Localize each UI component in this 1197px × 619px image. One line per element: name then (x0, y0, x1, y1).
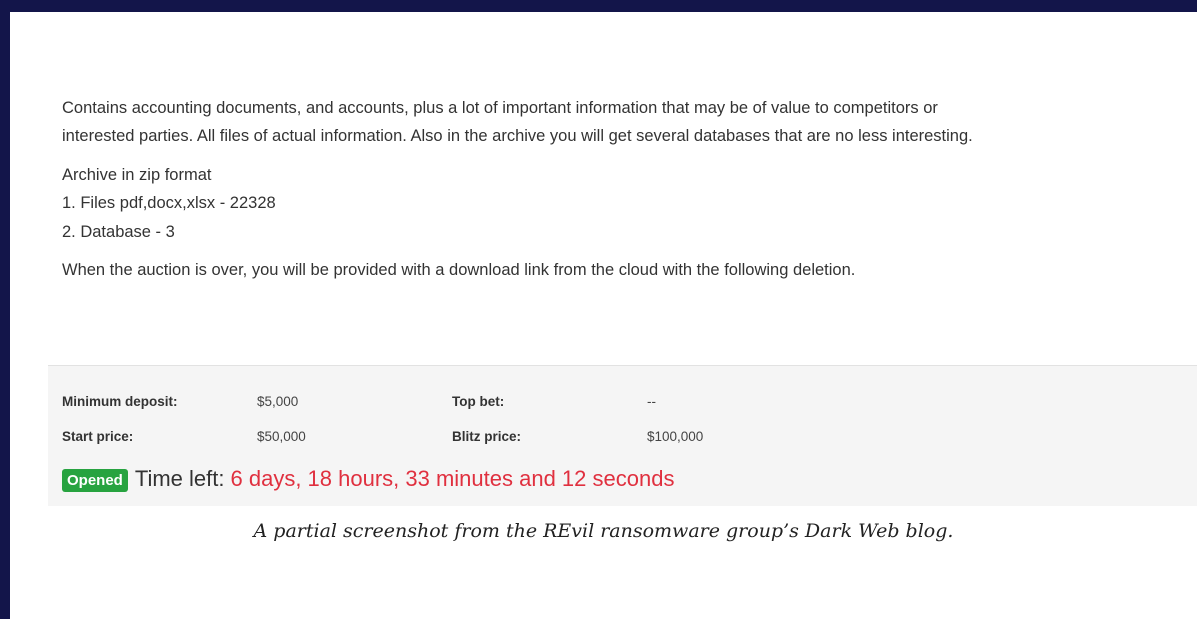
auction-row-2: Start price: $50,000 Blitz price: $100,0… (62, 419, 842, 454)
start-price-label: Start price: (62, 429, 134, 444)
archive-details: Archive in zip format 1. Files pdf,docx,… (62, 161, 1192, 246)
screenshot-frame: Contains accounting documents, and accou… (10, 12, 1197, 619)
image-caption: A partial screenshot from the REvil rans… (253, 520, 954, 542)
archive-item-files: 1. Files pdf,docx,xlsx - 22328 (62, 194, 276, 213)
auction-status: Opened Time left: 6 days, 18 hours, 33 m… (62, 466, 674, 492)
archive-format: Archive in zip format (62, 165, 212, 184)
auction-note-text: When the auction is over, you will be pr… (62, 260, 856, 279)
auction-panel: Minimum deposit: $5,000 Top bet: -- Star… (48, 365, 1197, 506)
top-bet-label: Top bet: (452, 394, 505, 409)
auction-note: When the auction is over, you will be pr… (62, 256, 1192, 284)
start-price-value: $50,000 (257, 429, 306, 444)
min-deposit-value: $5,000 (257, 394, 299, 409)
status-badge: Opened (62, 468, 128, 492)
blitz-price-label: Blitz price: (452, 429, 522, 444)
blitz-price-value: $100,000 (647, 429, 704, 444)
auction-row-1: Minimum deposit: $5,000 Top bet: -- (62, 384, 842, 419)
auction-info-grid: Minimum deposit: $5,000 Top bet: -- Star… (62, 384, 842, 454)
leak-description: Contains accounting documents, and accou… (62, 94, 1192, 294)
description-line-1: Contains accounting documents, and accou… (62, 99, 938, 117)
top-bet-value: -- (647, 394, 656, 409)
countdown-timer: 6 days, 18 hours, 33 minutes and 12 seco… (230, 466, 675, 491)
description-line-2: interested parties. All files of actual … (62, 127, 973, 146)
archive-item-database: 2. Database - 3 (62, 222, 175, 241)
time-left-label: Time left: (134, 466, 225, 491)
min-deposit-label: Minimum deposit: (62, 394, 178, 409)
description-paragraph: Contains accounting documents, and accou… (62, 94, 1192, 151)
